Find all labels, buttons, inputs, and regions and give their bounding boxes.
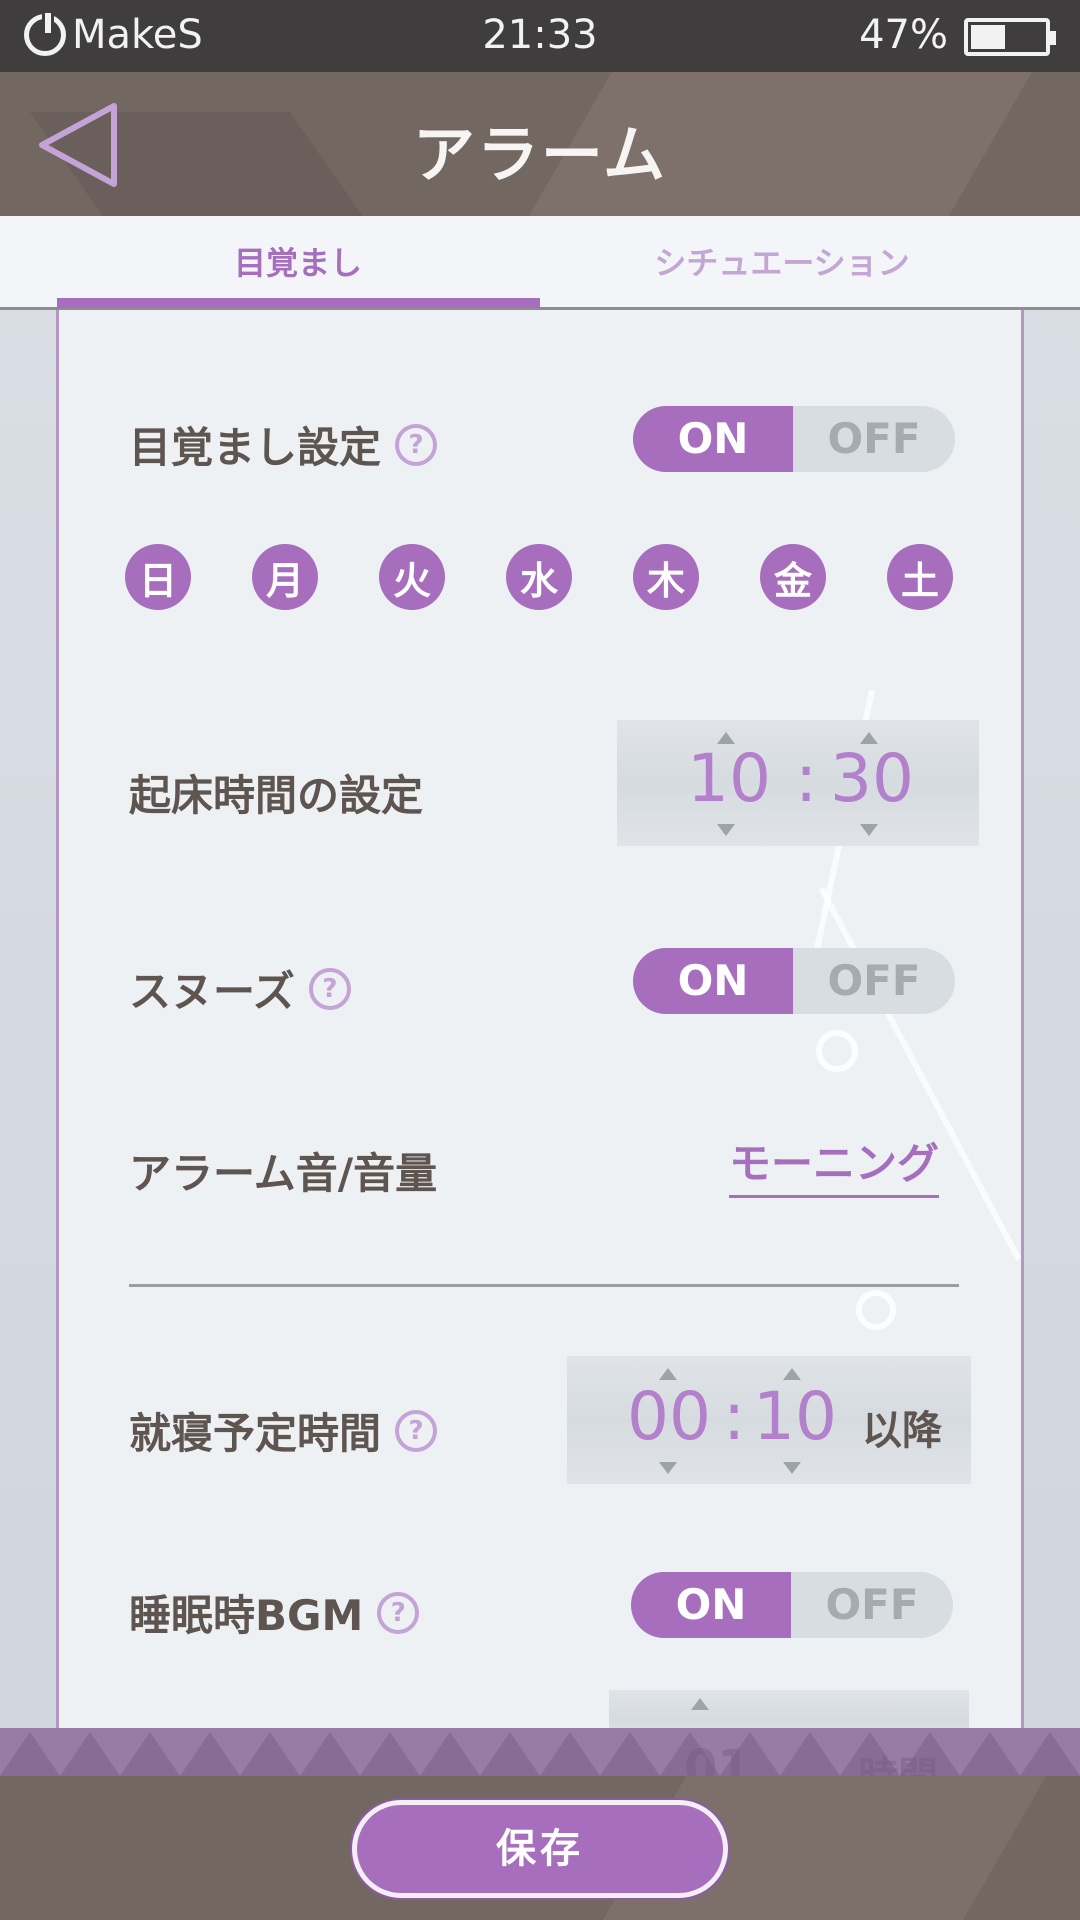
day-saturday[interactable]: 土 xyxy=(887,544,953,610)
wake-time-label: 起床時間の設定 xyxy=(129,771,424,820)
alarm-sound-label: アラーム音/音量 xyxy=(129,1149,438,1198)
zigzag-triangle xyxy=(480,1732,540,1776)
active-tab-indicator xyxy=(57,298,540,308)
battery-icon xyxy=(964,18,1056,56)
wake-minute[interactable]: 30 xyxy=(830,740,914,817)
toggle-on[interactable]: ON xyxy=(631,1572,791,1638)
decoration-circle xyxy=(856,1290,896,1330)
wake-time-picker[interactable]: 10 : 30 xyxy=(617,720,979,846)
zigzag-triangle xyxy=(0,1732,60,1776)
zigzag-triangle xyxy=(540,1732,600,1776)
snooze-label: スヌーズ xyxy=(129,967,295,1016)
bgm-duration-picker[interactable] xyxy=(609,1690,969,1728)
zigzag-triangle xyxy=(600,1732,660,1776)
toggle-off[interactable]: OFF xyxy=(791,1572,953,1638)
zigzag-triangle xyxy=(60,1732,120,1776)
alarm-sound-row: アラーム音/音量 xyxy=(129,1140,437,1201)
bedtime-suffix: 以降 xyxy=(862,1408,942,1454)
footer-bar: 保存 xyxy=(0,1776,1080,1920)
bedtime-minute[interactable]: 10 xyxy=(753,1378,837,1455)
wake-hour[interactable]: 10 xyxy=(687,740,771,817)
tab-bar: 目覚まし シチュエーション xyxy=(0,216,1080,310)
zigzag-triangle xyxy=(360,1732,420,1776)
day-tuesday[interactable]: 火 xyxy=(379,544,445,610)
minute-down-arrow[interactable] xyxy=(860,824,878,836)
sleep-bgm-label: 睡眠時BGM xyxy=(129,1591,364,1640)
toggle-off[interactable]: OFF xyxy=(793,948,955,1014)
tab-wake[interactable]: 目覚まし xyxy=(56,216,540,310)
help-icon[interactable]: ? xyxy=(377,1591,420,1634)
settings-panel[interactable]: 目覚まし設定 ? ON OFF 日 月 火 水 木 金 土 起床時間の設定 10… xyxy=(56,310,1024,1728)
zigzag-triangle xyxy=(420,1732,480,1776)
decoration-line xyxy=(819,887,1021,1261)
bedtime-row: 就寝予定時間 ? xyxy=(129,1400,438,1461)
alarm-sound-link[interactable]: モーニング xyxy=(729,1130,940,1198)
duration-up-arrow[interactable] xyxy=(691,1698,709,1710)
page-title: アラーム xyxy=(412,118,668,191)
save-button[interactable]: 保存 xyxy=(352,1800,728,1898)
wake-setting-label: 目覚まし設定 xyxy=(129,423,382,472)
decoration-circle xyxy=(816,1030,858,1072)
sleep-bgm-toggle[interactable]: ON OFF xyxy=(631,1572,953,1638)
sleep-bgm-row: 睡眠時BGM ? xyxy=(129,1582,420,1643)
wake-time-row: 起床時間の設定 xyxy=(129,762,423,823)
time-separator: : xyxy=(723,1378,746,1455)
zigzag-triangle xyxy=(300,1732,360,1776)
section-divider xyxy=(129,1284,959,1287)
help-icon[interactable]: ? xyxy=(395,1409,438,1452)
day-friday[interactable]: 金 xyxy=(760,544,826,610)
bedtime-hour[interactable]: 00 xyxy=(627,1378,711,1455)
day-sunday[interactable]: 日 xyxy=(125,544,191,610)
zigzag-triangle xyxy=(960,1732,1020,1776)
toggle-on[interactable]: ON xyxy=(633,948,793,1014)
weekday-selector: 日 月 火 水 木 金 土 xyxy=(125,544,973,610)
tab-situation[interactable]: シチュエーション xyxy=(540,216,1024,310)
help-icon[interactable]: ? xyxy=(308,967,351,1010)
hour-down-arrow[interactable] xyxy=(717,824,735,836)
hour-down-arrow[interactable] xyxy=(659,1462,677,1474)
zigzag-triangle xyxy=(240,1732,300,1776)
help-icon[interactable]: ? xyxy=(395,423,438,466)
snooze-toggle[interactable]: ON OFF xyxy=(633,948,955,1014)
toggle-off[interactable]: OFF xyxy=(793,406,955,472)
zigzag-triangle xyxy=(180,1732,240,1776)
day-thursday[interactable]: 木 xyxy=(633,544,699,610)
time-separator: : xyxy=(795,740,818,817)
snooze-row: スヌーズ ? xyxy=(129,958,351,1019)
day-monday[interactable]: 月 xyxy=(252,544,318,610)
zigzag-triangle xyxy=(120,1732,180,1776)
wake-toggle[interactable]: ON OFF xyxy=(633,406,955,472)
bedtime-label: 就寝予定時間 xyxy=(129,1409,382,1458)
wake-setting-row: 目覚まし設定 ? xyxy=(129,414,438,475)
zigzag-triangle xyxy=(780,1732,840,1776)
status-bar: MakeS 21:33 47% xyxy=(0,0,1080,72)
app-header: アラーム xyxy=(0,72,1080,216)
minute-down-arrow[interactable] xyxy=(783,1462,801,1474)
zigzag-triangle xyxy=(1020,1732,1080,1776)
battery-percentage: 47% xyxy=(859,12,948,58)
battery-level xyxy=(971,25,1005,49)
toggle-on[interactable]: ON xyxy=(633,406,793,472)
day-wednesday[interactable]: 水 xyxy=(506,544,572,610)
